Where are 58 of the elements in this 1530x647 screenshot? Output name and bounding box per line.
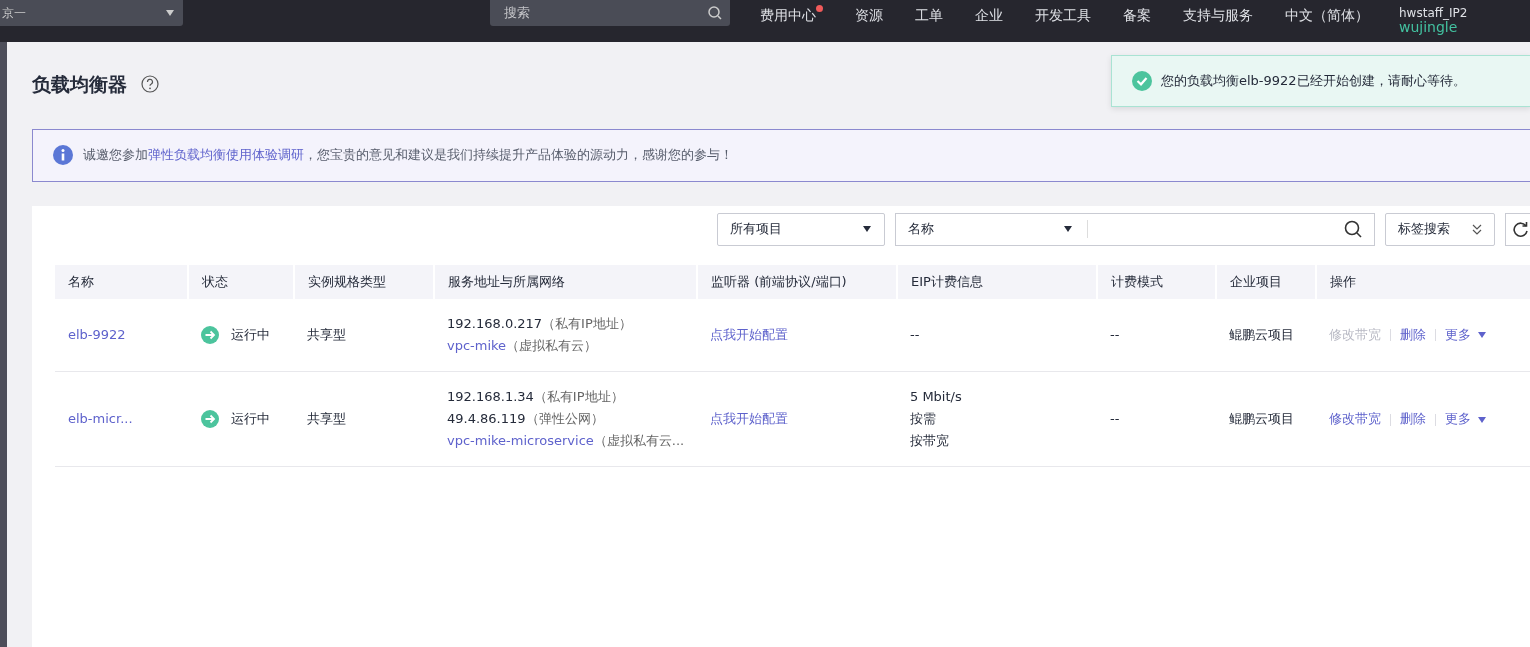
column-header: 服务地址与所属网络 <box>434 264 697 299</box>
action-link[interactable]: 删除 <box>1400 411 1426 426</box>
configure-listener-link[interactable]: 点我开始配置 <box>710 326 788 342</box>
network-link[interactable]: vpc-mike-microservice <box>447 433 594 448</box>
search-input[interactable]: 搜索 <box>502 2 708 24</box>
action-link[interactable]: 删除 <box>1400 326 1426 342</box>
page-title: 负载均衡器 <box>32 72 127 97</box>
region-selector[interactable]: 京一 <box>0 0 183 26</box>
column-header: 监听器 (前端协议/端口) <box>697 264 897 299</box>
configure-listener-link[interactable]: 点我开始配置 <box>710 411 788 426</box>
table-cell: -- <box>1110 411 1120 426</box>
user-name[interactable]: wujingle <box>1399 19 1468 36</box>
column-header: 名称 <box>55 264 188 299</box>
nav-link[interactable]: 支持与服务 <box>1183 4 1253 26</box>
toast-message: 您的负载均衡elb-9922已经开始创建，请耐心等待。 <box>1161 72 1466 91</box>
table-cell-text: 按需 <box>910 410 937 428</box>
banner-text: 诚邀您参加弹性负载均衡使用体验调研，您宝贵的意见和建议是我们持续提升产品体验的源动力，感谢您的参与！ <box>83 146 733 165</box>
nav-link[interactable]: 中文（简体） <box>1285 4 1369 26</box>
more-dropdown[interactable]: 更多 <box>1445 411 1487 426</box>
search-bar[interactable]: 名称 <box>895 212 1375 246</box>
action-link[interactable]: 修改带宽 <box>1329 411 1381 426</box>
table-cell: 鲲鹏云项目 <box>1229 326 1294 342</box>
nav-link[interactable]: 资源 <box>855 4 883 26</box>
table-cell-text: 按带宽 <box>910 432 950 450</box>
project-dropdown[interactable]: 所有项目 <box>717 212 885 246</box>
nav-link[interactable]: 工单 <box>915 4 943 26</box>
tag-search-button[interactable]: 标签搜索 <box>1385 212 1495 246</box>
table-cell: 鲲鹏云项目 <box>1229 411 1294 426</box>
account-name[interactable]: hwstaff_IP2 <box>1399 6 1468 20</box>
column-header: EIP计费信息 <box>897 264 1097 299</box>
instance-name-link[interactable]: elb-micr... <box>68 411 133 426</box>
address-line: vpc-mike-microservice（虚拟私有云... <box>447 432 684 450</box>
column-header: 企业项目 <box>1216 264 1316 299</box>
address-line: 192.168.1.34（私有IP地址） <box>447 388 625 406</box>
column-header: 操作 <box>1316 264 1530 299</box>
table-cell: -- <box>1110 326 1120 342</box>
column-header: 状态 <box>188 264 294 299</box>
instance-name-link[interactable]: elb-9922 <box>68 326 126 342</box>
status-text: 运行中 <box>231 325 270 344</box>
nav-link[interactable]: 费用中心 <box>760 4 823 26</box>
table-cell-text: 5 Mbit/s <box>910 388 963 406</box>
nav-link[interactable]: 备案 <box>1123 4 1151 26</box>
network-link[interactable]: vpc-mike <box>447 337 507 353</box>
column-header: 实例规格类型 <box>294 264 434 299</box>
address-line: vpc-mike（虚拟私有云） <box>447 336 599 355</box>
search-field[interactable]: 搜索 <box>490 0 730 26</box>
attribute-dropdown[interactable]: 名称 <box>908 219 1073 239</box>
survey-link[interactable]: 弹性负载均衡使用体验调研 <box>148 147 304 163</box>
table-cell: 共享型 <box>307 411 346 426</box>
status-text: 运行中 <box>231 410 270 428</box>
address-line: 192.168.0.217（私有IP地址） <box>447 314 633 333</box>
more-dropdown[interactable]: 更多 <box>1445 326 1487 342</box>
table-cell: 共享型 <box>307 326 346 342</box>
nav-link[interactable]: 企业 <box>975 4 1003 26</box>
address-line: 49.4.86.119（弹性公网） <box>447 410 605 428</box>
table-cell-text: -- <box>910 325 921 344</box>
nav-link[interactable]: 开发工具 <box>1035 4 1091 26</box>
column-header: 计费模式 <box>1097 264 1216 299</box>
